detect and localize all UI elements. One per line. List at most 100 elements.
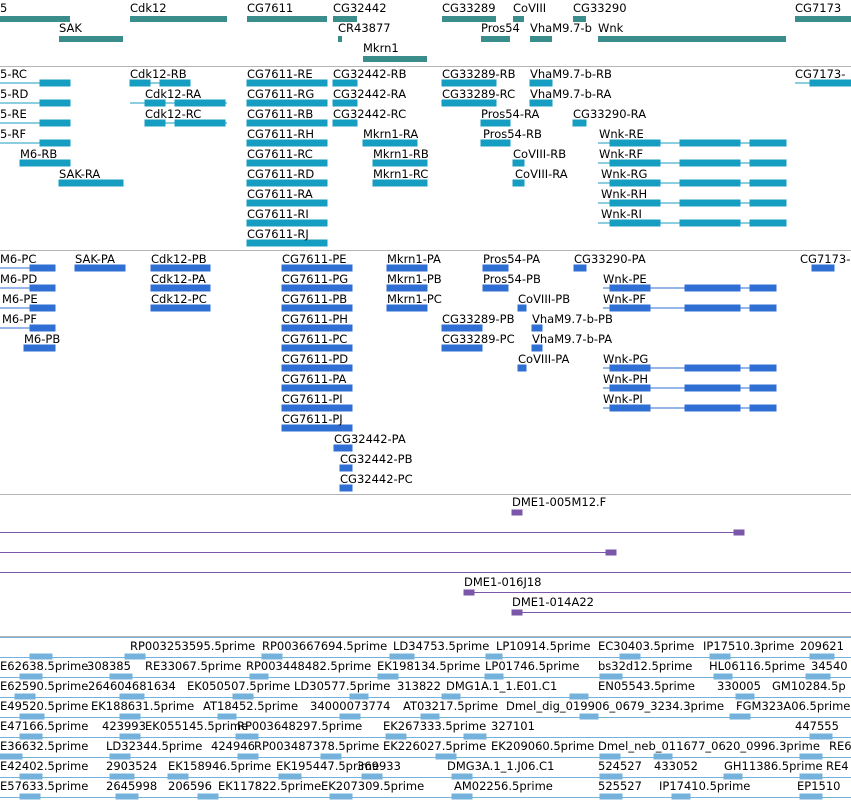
gene-bar[interactable] — [247, 16, 327, 22]
est-label[interactable]: RP003253595.5prime — [130, 640, 255, 653]
transcript-label[interactable]: Wnk-RI — [601, 208, 642, 221]
protein-label[interactable]: Wnk-PI — [603, 393, 643, 406]
protein-label[interactable]: CG32442-PC — [340, 473, 413, 486]
protein-label[interactable]: CG33290-PA — [574, 253, 646, 266]
protein-label[interactable]: CG32442-PB — [340, 453, 413, 466]
transcript-label[interactable]: CG32442-RA — [333, 88, 406, 101]
gene-bar[interactable] — [59, 36, 123, 42]
gene-label[interactable]: CR43877 — [338, 22, 391, 35]
protein-label[interactable]: CoVIII-PB — [518, 293, 570, 306]
protein-label[interactable]: CG7611-PH — [282, 313, 348, 326]
gene-label[interactable]: Mkrn1 — [363, 42, 399, 55]
gene-label[interactable]: CoVIII — [513, 2, 546, 15]
est-label[interactable]: 2645998 — [106, 780, 157, 793]
est-label[interactable]: bs32d12.5prime — [598, 660, 692, 673]
est-label[interactable]: LD34753.5prime — [393, 640, 489, 653]
est-label[interactable]: AT03217.5prime — [403, 700, 498, 713]
protein-label[interactable]: Mkrn1-PA — [387, 253, 441, 266]
protein-label[interactable]: Wnk-PG — [603, 353, 648, 366]
protein-label[interactable]: CG33289-PB — [442, 313, 515, 326]
protein-label[interactable]: CG7611-PG — [282, 273, 348, 286]
est-label[interactable]: 327101 — [491, 720, 535, 733]
transcript-label[interactable]: Wnk-RF — [599, 148, 643, 161]
gene-label[interactable]: 5 — [0, 2, 7, 15]
transcript-label[interactable]: CG33290-RA — [573, 108, 646, 121]
protein-label[interactable]: CG7611-PB — [282, 293, 347, 306]
transcript-label[interactable]: CG33289-RB — [442, 68, 516, 81]
est-label[interactable]: 2903524 — [106, 760, 157, 773]
transcript-label[interactable]: Pros54-RA — [481, 108, 539, 121]
est-label[interactable]: EK267333.5prime — [383, 720, 486, 733]
transcript-label[interactable]: Cdk12-RB — [130, 68, 187, 81]
est-label[interactable]: E62638.5prime — [0, 660, 88, 673]
est-label[interactable]: 369933 — [357, 760, 401, 773]
est-label[interactable]: FGM323A06.5prime — [736, 700, 850, 713]
est-label[interactable]: EK207309.5prime — [321, 780, 424, 793]
est-label[interactable]: RE33067.5prime — [145, 660, 241, 673]
gene-bar[interactable] — [598, 36, 786, 42]
protein-label[interactable]: Wnk-PH — [603, 373, 648, 386]
est-label[interactable]: EK209060.5prime — [491, 740, 594, 753]
est-label[interactable]: LD30577.5prime — [294, 680, 390, 693]
transcript-label[interactable]: CoVIII-RA — [515, 168, 568, 181]
est-label[interactable]: 330005 — [717, 680, 761, 693]
gene-bar[interactable] — [333, 16, 357, 22]
est-label[interactable]: EK055145.5prime — [145, 720, 248, 733]
est-label[interactable]: E47166.5prime — [0, 720, 88, 733]
gene-label[interactable]: SAK — [59, 22, 82, 35]
gene-label[interactable]: Cdk12 — [130, 2, 167, 15]
protein-label[interactable]: Wnk-PF — [603, 293, 646, 306]
est-label[interactable]: E49520.5prime — [0, 700, 88, 713]
est-label[interactable]: 34540 — [811, 660, 848, 673]
transcript-label[interactable]: CG32442-RC — [333, 108, 406, 121]
est-label[interactable]: EK117822.5prime — [218, 780, 321, 793]
gene-label[interactable]: Wnk — [598, 22, 623, 35]
gene-bar[interactable] — [130, 16, 227, 22]
est-label[interactable]: RP003648297.5prime — [237, 720, 362, 733]
transcript-label[interactable]: 5-RE — [0, 108, 27, 121]
transcript-label[interactable]: CG7611-RE — [247, 68, 313, 81]
protein-label[interactable]: CG33289-PC — [442, 333, 515, 346]
transcript-label[interactable]: CG7173- — [795, 68, 845, 81]
protein-label[interactable]: CG7173- — [800, 253, 850, 266]
protein-label[interactable]: M6-PC — [0, 253, 36, 266]
transcript-label[interactable]: VhaM9.7-b-RA — [530, 88, 611, 101]
protein-label[interactable]: CG7611-PJ — [282, 413, 343, 426]
est-label[interactable]: EK158946.5prime — [168, 760, 271, 773]
gene-label[interactable]: Pros54 — [481, 22, 520, 35]
est-label[interactable]: DMG1A.1_1.E01.C1 — [446, 680, 557, 693]
transcript-label[interactable]: SAK-RA — [59, 168, 100, 181]
est-label[interactable]: RP003487378.5prime — [254, 740, 379, 753]
transcript-label[interactable]: Cdk12-RC — [145, 108, 201, 121]
protein-label[interactable]: Pros54-PA — [483, 253, 540, 266]
protein-label[interactable]: CG7611-PD — [282, 353, 348, 366]
gene-bar[interactable] — [338, 36, 342, 42]
est-label[interactable]: 424946 — [211, 740, 255, 753]
est-label[interactable]: AM02256.5prime — [454, 780, 553, 793]
est-label[interactable]: 423993 — [102, 720, 146, 733]
transcript-label[interactable]: CG7611-RH — [247, 128, 314, 141]
transcript-label[interactable]: Mkrn1-RB — [373, 148, 429, 161]
est-label[interactable]: EK188631.5prime — [91, 700, 194, 713]
transcript-label[interactable]: CG32442-RB — [333, 68, 407, 81]
protein-label[interactable]: VhaM9.7-b-PA — [532, 333, 612, 346]
protein-label[interactable]: Cdk12-PC — [151, 293, 207, 306]
est-label[interactable]: E62590.5prime — [0, 680, 88, 693]
gene-label[interactable]: VhaM9.7-b — [530, 22, 592, 35]
protein-label[interactable]: M6-PD — [0, 273, 37, 286]
est-label[interactable]: GH11386.5prime — [724, 760, 823, 773]
est-label[interactable]: E36632.5prime — [0, 740, 88, 753]
gene-bar[interactable] — [513, 16, 524, 22]
protein-label[interactable]: Wnk-PE — [603, 273, 647, 286]
transcript-label[interactable]: 5-RD — [0, 88, 28, 101]
est-label[interactable]: IP17510.3prime — [703, 640, 794, 653]
transcript-label[interactable]: CG33289-RC — [442, 88, 515, 101]
est-label[interactable]: 447555 — [795, 720, 839, 733]
protein-label[interactable]: CG7611-PC — [282, 333, 347, 346]
transcript-label[interactable]: CG7611-RI — [247, 208, 309, 221]
protein-label[interactable]: M6-PF — [2, 313, 37, 326]
transcript-label[interactable]: CoVIII-RB — [513, 148, 566, 161]
est-label[interactable]: LP01746.5prime — [485, 660, 579, 673]
transcript-label[interactable]: Wnk-RG — [601, 168, 647, 181]
transcript-label[interactable]: Cdk12-RA — [145, 88, 201, 101]
